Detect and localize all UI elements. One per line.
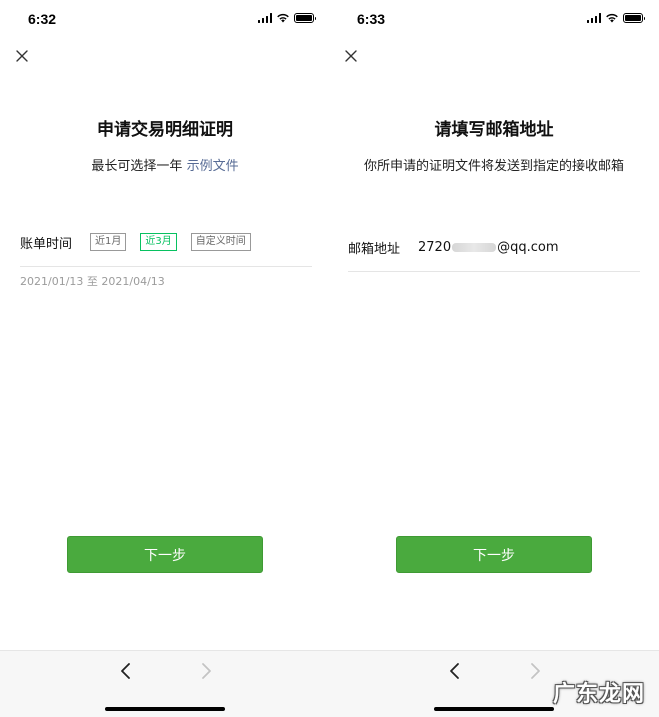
home-indicator <box>105 707 225 711</box>
status-bar: 6:32 <box>0 0 330 38</box>
email-prefix: 2720 <box>418 239 452 255</box>
sample-file-link[interactable]: 示例文件 <box>187 159 239 174</box>
email-suffix: @qq.com <box>497 239 559 255</box>
page-title: 请填写邮箱地址 <box>434 120 554 140</box>
wifi-icon <box>277 13 289 23</box>
subtitle-text: 最长可选择一年 <box>91 159 183 174</box>
battery-icon <box>623 13 645 23</box>
chip-last-3-months[interactable]: 近3月 <box>140 233 177 251</box>
wifi-icon <box>606 13 618 23</box>
screen-right: 6:33 请填写邮箱地址 你所申请的证明文件将发送到指定的接收邮箱 邮箱地址 2… <box>329 0 659 717</box>
chevron-left-icon[interactable] <box>116 661 136 681</box>
chip-last-1-month[interactable]: 近1月 <box>90 233 127 251</box>
close-icon <box>345 50 357 62</box>
email-label: 邮箱地址 <box>348 241 401 257</box>
email-field[interactable]: 2720 @qq.com <box>418 240 559 255</box>
signal-icon <box>257 13 272 23</box>
status-bar: 6:33 <box>329 0 659 38</box>
page-subtitle: 你所申请的证明文件将发送到指定的接收邮箱 <box>363 159 624 174</box>
status-time: 6:32 <box>28 11 57 27</box>
email-redaction <box>452 242 497 252</box>
chevron-right-icon[interactable] <box>525 661 545 681</box>
divider <box>20 266 312 267</box>
chip-custom-time[interactable]: 自定义时间 <box>190 233 251 251</box>
bill-time-label: 账单时间 <box>20 236 73 252</box>
watermark-text: 广东龙网 <box>552 681 645 707</box>
battery-icon <box>294 13 316 23</box>
next-step-button[interactable]: 下一步 <box>396 536 592 573</box>
status-icons <box>586 13 645 23</box>
divider <box>348 271 640 272</box>
chevron-right-icon[interactable] <box>196 661 216 681</box>
email-row: 邮箱地址 2720 @qq.com <box>348 238 559 257</box>
next-step-button[interactable]: 下一步 <box>67 536 263 573</box>
screen-left: 6:32 申请交易明细证明 最长可选择一年 示例文件 账单时间 近1月 近3月 … <box>0 0 330 717</box>
page-subtitle: 最长可选择一年 示例文件 <box>0 155 330 174</box>
page-title: 申请交易明细证明 <box>97 120 233 140</box>
status-time: 6:33 <box>357 11 386 27</box>
bill-time-row: 账单时间 近1月 近3月 自定义时间 <box>20 232 265 252</box>
home-indicator <box>434 707 554 711</box>
close-button[interactable] <box>10 44 34 68</box>
status-icons <box>257 13 316 23</box>
close-button[interactable] <box>339 44 363 68</box>
signal-icon <box>586 13 601 23</box>
date-range: 2021/01/13 至 2021/04/13 <box>20 275 165 288</box>
chevron-left-icon[interactable] <box>445 661 465 681</box>
close-icon <box>16 50 28 62</box>
bottom-nav-bar <box>0 650 330 717</box>
